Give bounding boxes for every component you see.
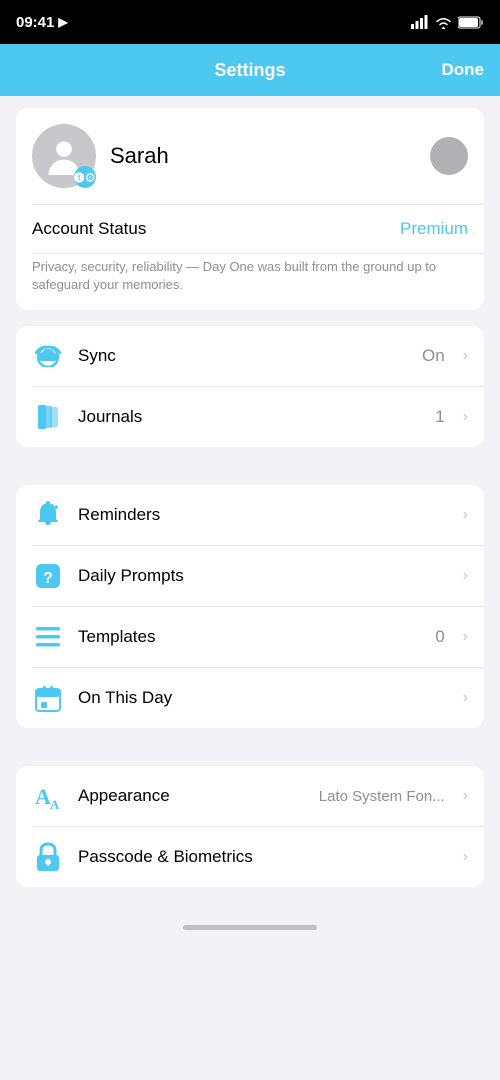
signal-icon — [411, 15, 429, 29]
journals-row[interactable]: Journals 1 › — [16, 387, 484, 447]
account-status-value: Premium — [400, 219, 468, 239]
avatar-edit-badge[interactable]: ⚙ — [74, 166, 96, 188]
sync-journals-card: Sync On › Journals 1 › — [16, 326, 484, 447]
daily-prompts-chevron: › — [463, 567, 468, 585]
passcode-icon — [35, 842, 61, 872]
appearance-chevron: › — [463, 787, 468, 805]
journals-icon-wrap — [32, 401, 64, 433]
journals-value: 1 — [435, 407, 444, 427]
account-status-label: Account Status — [32, 219, 146, 239]
on-this-day-icon — [34, 684, 62, 712]
time: 09:41 — [16, 14, 54, 31]
status-bar: 09:41 ▶ — [0, 0, 500, 44]
templates-value: 0 — [435, 627, 444, 647]
passcode-label: Passcode & Biometrics — [78, 847, 449, 867]
on-this-day-icon-wrap — [32, 682, 64, 714]
appearance-label: Appearance — [78, 786, 305, 806]
account-status-row[interactable]: Account Status Premium — [16, 205, 484, 253]
profile-card: ⚙ Sarah Account Status Premium Privacy, … — [16, 108, 484, 310]
svg-text:A: A — [35, 784, 51, 809]
avatar: ⚙ — [32, 124, 96, 188]
journals-chevron: › — [463, 408, 468, 426]
daily-prompts-icon-wrap: ? — [32, 560, 64, 592]
wifi-icon — [435, 16, 452, 29]
templates-row[interactable]: Templates 0 › — [16, 607, 484, 667]
on-this-day-label: On This Day — [78, 688, 449, 708]
reminders-row[interactable]: ✦ Reminders › — [16, 485, 484, 545]
features-card: ✦ Reminders › ? Daily Prompts › — [16, 485, 484, 728]
gap-1 — [0, 463, 500, 485]
reminders-label: Reminders — [78, 505, 449, 525]
svg-text:A: A — [50, 797, 60, 810]
sync-icon — [33, 345, 63, 367]
reminders-icon: ✦ — [33, 500, 63, 530]
sync-chevron: › — [463, 347, 468, 365]
profile-name: Sarah — [110, 143, 416, 169]
templates-label: Templates — [78, 627, 421, 647]
passcode-chevron: › — [463, 848, 468, 866]
battery-icon — [458, 16, 484, 29]
sync-value: On — [422, 346, 445, 366]
content: ⚙ Sarah Account Status Premium Privacy, … — [0, 96, 500, 915]
templates-chevron: › — [463, 628, 468, 646]
svg-text:✦: ✦ — [53, 503, 60, 512]
passcode-icon-wrap — [32, 841, 64, 873]
journals-label: Journals — [78, 407, 421, 427]
daily-prompts-icon: ? — [33, 561, 63, 591]
status-right — [411, 15, 484, 29]
profile-color-dot[interactable] — [430, 137, 468, 175]
settings-card: A A Appearance Lato System Fon... › Pass… — [16, 766, 484, 887]
nav-title: Settings — [214, 60, 285, 81]
on-this-day-chevron: › — [463, 689, 468, 707]
home-indicator — [0, 915, 500, 938]
appearance-icon-wrap: A A — [32, 780, 64, 812]
daily-prompts-row[interactable]: ? Daily Prompts › — [16, 546, 484, 606]
sync-label: Sync — [78, 346, 408, 366]
appearance-value: Lato System Fon... — [319, 788, 445, 805]
profile-row[interactable]: ⚙ Sarah — [16, 108, 484, 204]
templates-icon — [34, 625, 62, 649]
appearance-row[interactable]: A A Appearance Lato System Fon... › — [16, 766, 484, 826]
home-bar — [183, 925, 317, 930]
templates-icon-wrap — [32, 621, 64, 653]
appearance-icon: A A — [33, 782, 63, 810]
reminders-icon-wrap: ✦ — [32, 499, 64, 531]
journals-icon — [34, 403, 62, 431]
on-this-day-row[interactable]: On This Day › — [16, 668, 484, 728]
nav-bar: Settings Done — [0, 44, 500, 96]
sync-icon-wrap — [32, 340, 64, 372]
privacy-text: Privacy, security, reliability — Day One… — [16, 254, 484, 310]
reminders-chevron: › — [463, 506, 468, 524]
gap-2 — [0, 744, 500, 766]
passcode-row[interactable]: Passcode & Biometrics › — [16, 827, 484, 887]
status-left: 09:41 ▶ — [16, 14, 68, 31]
location-icon: ▶ — [58, 15, 67, 29]
svg-text:?: ? — [43, 570, 53, 587]
daily-prompts-label: Daily Prompts — [78, 566, 449, 586]
sync-row[interactable]: Sync On › — [16, 326, 484, 386]
done-button[interactable]: Done — [442, 60, 485, 80]
